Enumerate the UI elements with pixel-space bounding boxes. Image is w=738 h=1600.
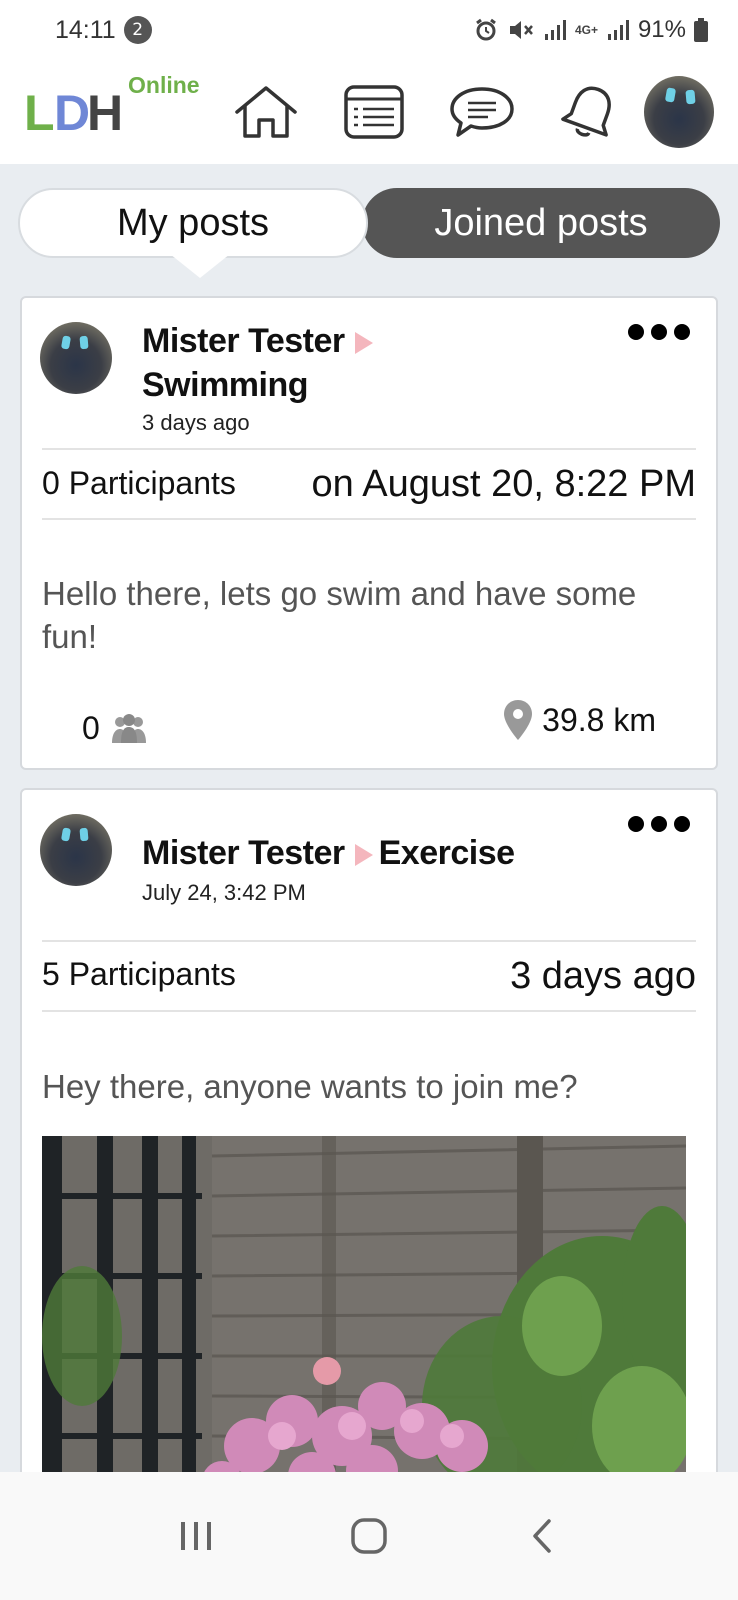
more-dot-icon <box>628 816 644 832</box>
logo-letter-h: H <box>87 85 123 141</box>
battery-percent: 91% <box>637 16 686 43</box>
joined-count-value: 0 <box>82 710 100 746</box>
more-dot-icon <box>674 324 690 340</box>
alarm-icon <box>476 18 496 41</box>
divider <box>42 518 696 520</box>
post-category: Swimming <box>142 366 309 404</box>
arrow-right-icon <box>354 332 373 355</box>
post-category: Exercise <box>378 834 515 872</box>
app-logo[interactable]: L D H Online <box>24 62 200 162</box>
home-system-button[interactable] <box>329 1496 409 1576</box>
list-icon <box>343 85 404 139</box>
post-card[interactable]: Mister Tester Exercise July 24, 3:42 PM 5… <box>20 788 718 1488</box>
battery-icon <box>694 18 708 42</box>
logo-letter-d: D <box>54 85 90 141</box>
post-image[interactable] <box>42 1136 686 1486</box>
signal-icon-2 <box>607 20 629 40</box>
bell-icon <box>560 86 611 137</box>
event-date: on August 20, 8:22 PM <box>311 463 697 505</box>
logo-online-label: Online <box>128 72 200 98</box>
chat-icon <box>449 87 514 137</box>
post-card[interactable]: Mister Tester Swimming 3 days ago 0 Part… <box>20 296 718 770</box>
divider <box>42 448 696 450</box>
status-time: 14:11 <box>55 15 116 44</box>
divider <box>42 1010 696 1012</box>
arrow-right-icon <box>354 844 373 867</box>
profile-avatar[interactable] <box>643 76 714 148</box>
home-button[interactable] <box>212 72 320 152</box>
author-name: Mister Tester <box>142 834 345 872</box>
joined-count: 0 <box>82 710 148 747</box>
signal-icon <box>544 20 566 40</box>
top-nav <box>212 72 644 152</box>
more-dot-icon <box>651 324 667 340</box>
post-category-line: Swimming <box>142 366 309 405</box>
back-button[interactable] <box>502 1496 582 1576</box>
more-options-button[interactable] <box>628 324 690 340</box>
messages-button[interactable] <box>428 72 536 152</box>
network-type-label: 4G+ <box>574 23 598 37</box>
author-avatar[interactable] <box>40 814 112 886</box>
tab-joined-posts[interactable]: Joined posts <box>362 188 720 258</box>
more-dot-icon <box>674 816 690 832</box>
home-circle-icon <box>351 1518 387 1554</box>
post-body: Hey there, anyone wants to join me? <box>42 1068 578 1105</box>
home-icon <box>234 86 297 138</box>
active-tab-pointer <box>170 254 230 278</box>
more-dot-icon <box>628 324 644 340</box>
more-dot-icon <box>651 816 667 832</box>
author-name: Mister Tester <box>142 322 345 360</box>
logo-letter-l: L <box>24 85 55 141</box>
feed-button[interactable] <box>320 72 428 152</box>
post-author[interactable]: Mister Tester <box>142 322 379 361</box>
post-author[interactable]: Mister Tester Exercise <box>142 834 515 873</box>
group-icon <box>111 713 146 743</box>
post-body: Hello there, lets go swim and have some … <box>42 575 637 655</box>
distance-value: 39.8 km <box>542 701 656 738</box>
divider <box>42 940 696 942</box>
post-time: 3 days ago <box>142 410 250 435</box>
status-icons: 4G+ 91% <box>473 16 708 44</box>
back-chevron-icon <box>532 1519 551 1553</box>
recent-apps-button[interactable] <box>156 1496 236 1576</box>
recent-apps-icon <box>181 1522 212 1550</box>
more-options-button[interactable] <box>628 816 690 832</box>
post-tabs: Joined posts My posts <box>18 188 720 278</box>
post-time: July 24, 3:42 PM <box>142 880 306 905</box>
status-bar: 14:11 2 4G+ 91% <box>0 0 738 60</box>
notifications-button[interactable] <box>536 72 644 152</box>
app-header: L D H Online <box>0 60 738 164</box>
participants-count: 0 Participants <box>42 465 236 501</box>
garden-photo <box>42 1136 686 1486</box>
event-date: 3 days ago <box>510 955 696 997</box>
system-nav-bar <box>0 1472 738 1600</box>
mute-icon <box>509 21 533 39</box>
notification-count-badge: 2 <box>123 16 152 44</box>
distance: 39.8 km <box>504 700 656 740</box>
location-pin-icon <box>504 700 533 740</box>
author-avatar[interactable] <box>40 322 112 394</box>
participants-count: 5 Participants <box>42 956 236 992</box>
tab-my-posts[interactable]: My posts <box>18 188 368 258</box>
